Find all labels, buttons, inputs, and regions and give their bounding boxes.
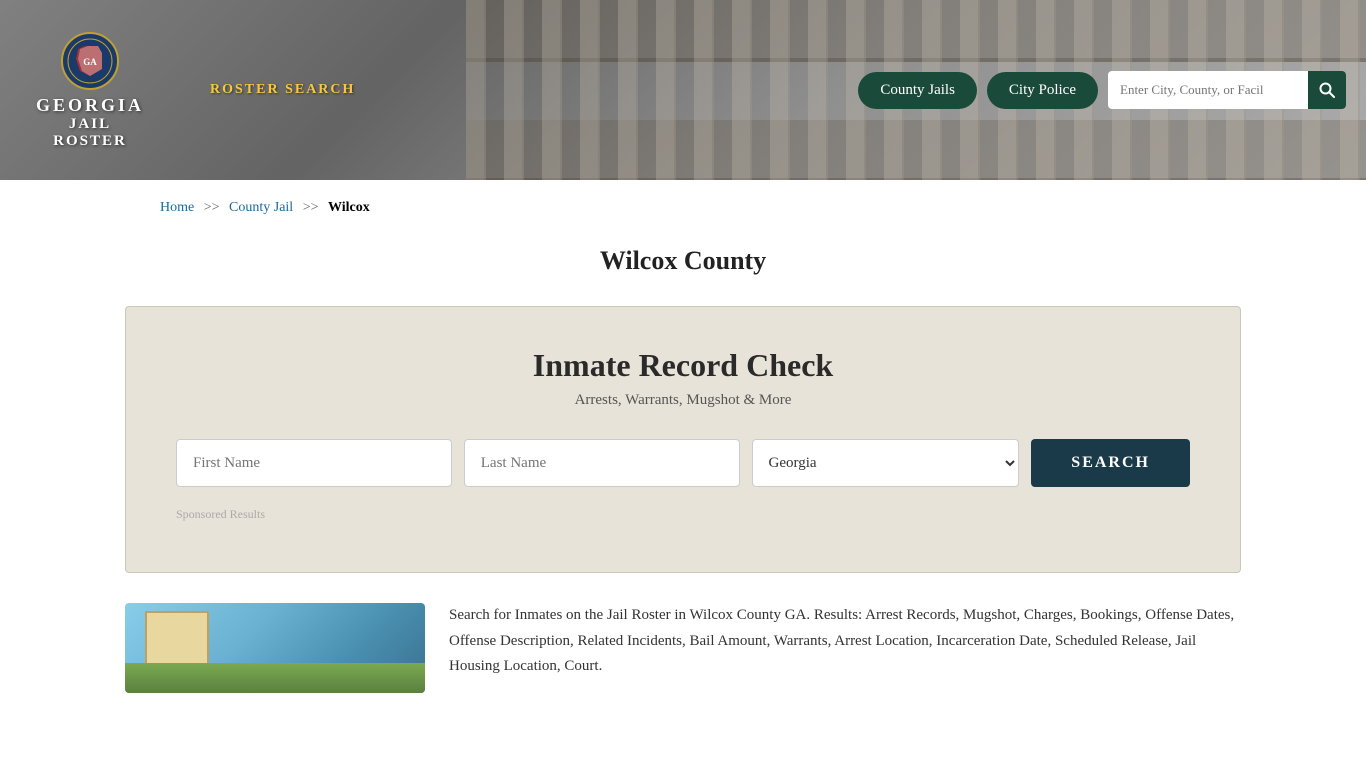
header-content: GA GEORGIA JAIL ROSTER ROSTER SEARCH Cou…	[0, 0, 1366, 180]
header-search-button[interactable]	[1308, 71, 1346, 109]
breadcrumb-sep1: >>	[204, 200, 220, 215]
breadcrumb-home[interactable]: Home	[160, 200, 194, 215]
first-name-input[interactable]	[176, 439, 452, 487]
page-title: Wilcox County	[0, 246, 1366, 276]
header-search-input[interactable]	[1108, 82, 1308, 98]
sponsored-results-label: Sponsored Results	[176, 507, 1190, 522]
city-police-button[interactable]: City Police	[987, 72, 1098, 109]
breadcrumb-county-jail[interactable]: County Jail	[229, 200, 293, 215]
inmate-search-row: Georgia Alabama Florida Tennessee South …	[176, 439, 1190, 487]
county-image	[125, 603, 425, 693]
inmate-check-title: Inmate Record Check	[176, 347, 1190, 384]
logo-roster: ROSTER	[53, 133, 127, 150]
inmate-check-subtitle: Arrests, Warrants, Mugshot & More	[176, 392, 1190, 409]
georgia-seal-icon: GA	[60, 31, 120, 91]
header: GA GEORGIA JAIL ROSTER ROSTER SEARCH Cou…	[0, 0, 1366, 180]
logo-jail: JAIL	[69, 116, 111, 133]
roster-search-nav[interactable]: ROSTER SEARCH	[210, 82, 355, 98]
breadcrumb: Home >> County Jail >> Wilcox	[0, 180, 1366, 236]
search-icon	[1319, 82, 1335, 98]
breadcrumb-current: Wilcox	[328, 200, 370, 215]
logo-georgia: GEORGIA	[36, 95, 144, 116]
breadcrumb-sep2: >>	[303, 200, 319, 215]
header-right: County Jails City Police	[858, 71, 1346, 109]
county-jails-button[interactable]: County Jails	[858, 72, 977, 109]
inmate-check-section: Inmate Record Check Arrests, Warrants, M…	[125, 306, 1241, 573]
state-select[interactable]: Georgia Alabama Florida Tennessee South …	[752, 439, 1020, 487]
svg-text:GA: GA	[83, 57, 97, 67]
description-text: Search for Inmates on the Jail Roster in…	[449, 603, 1241, 680]
last-name-input[interactable]	[464, 439, 740, 487]
logo-area[interactable]: GA GEORGIA JAIL ROSTER	[20, 31, 160, 150]
header-search-bar	[1108, 71, 1346, 109]
description-section: Search for Inmates on the Jail Roster in…	[125, 603, 1241, 693]
inmate-search-button[interactable]: SEARCH	[1031, 439, 1190, 487]
